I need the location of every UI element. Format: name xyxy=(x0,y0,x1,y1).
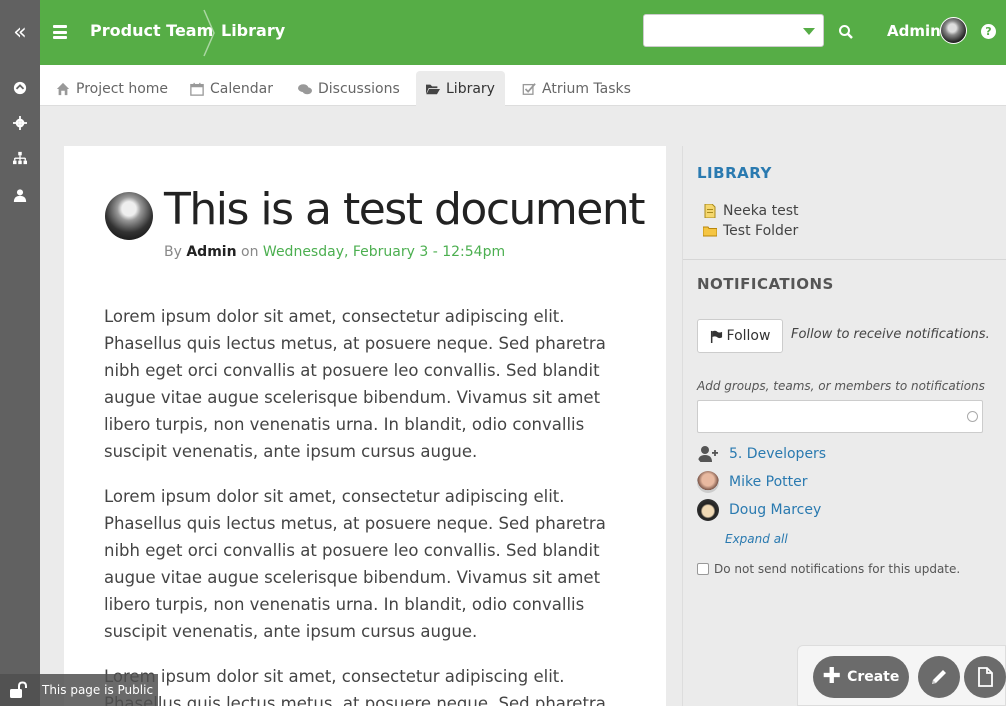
body-paragraph: Lorem ipsum dolor sit amet, consectetur … xyxy=(104,487,606,641)
loading-icon xyxy=(967,411,978,422)
chevron-down-icon[interactable] xyxy=(803,28,815,35)
library-item-folder[interactable]: Test Folder xyxy=(703,223,798,239)
member-label: Mike Potter xyxy=(729,474,808,490)
post-date: Wednesday, February 3 - 12:54pm xyxy=(262,244,506,260)
avatar xyxy=(697,471,719,493)
create-label: Create xyxy=(847,669,900,685)
byline-prefix: By xyxy=(164,244,182,260)
expand-all-link[interactable]: Expand all xyxy=(725,532,788,546)
body-paragraph: Lorem ipsum dolor sit amet, consectetur … xyxy=(104,307,606,461)
author-link[interactable]: Admin xyxy=(186,244,236,260)
tab-label: Atrium Tasks xyxy=(542,80,631,97)
document-icon xyxy=(704,204,716,218)
byline-on: on xyxy=(241,244,259,260)
public-status-label: This page is Public xyxy=(42,683,154,697)
activity-icon[interactable] xyxy=(0,78,40,98)
file-icon xyxy=(978,667,993,687)
tab-label: Project home xyxy=(76,80,169,97)
member-doug-marcey[interactable]: Doug Marcey xyxy=(697,499,821,521)
flag-icon xyxy=(710,330,722,343)
tab-calendar[interactable]: Calendar xyxy=(180,71,283,106)
top-bar: Product Team Library Admin ? xyxy=(40,0,1006,65)
create-button[interactable]: ✚ Create xyxy=(813,656,909,698)
user-name[interactable]: Admin xyxy=(887,22,941,40)
tab-label: Library xyxy=(446,81,495,97)
notifications-heading: NOTIFICATIONS xyxy=(697,275,834,293)
menu-icon[interactable] xyxy=(53,23,67,41)
public-status-badge[interactable]: This page is Public xyxy=(0,674,158,706)
collapse-rail-icon[interactable]: « xyxy=(0,0,40,65)
tab-discussions[interactable]: Discussions xyxy=(288,71,410,106)
no-send-label: Do not send notifications for this updat… xyxy=(714,562,961,576)
author-avatar[interactable] xyxy=(105,192,153,240)
member-developers[interactable]: 5. Developers xyxy=(697,443,826,465)
search-icon[interactable] xyxy=(838,24,854,40)
plus-icon: ✚ xyxy=(822,664,842,689)
library-item-document[interactable]: Neeka test xyxy=(703,203,798,219)
breadcrumb-space[interactable]: Product Team xyxy=(90,21,213,40)
checkbox[interactable] xyxy=(697,563,709,575)
follow-hint: Follow to receive notifications. xyxy=(791,327,990,342)
comments-icon xyxy=(298,83,312,94)
no-send-checkbox[interactable]: Do not send notifications for this updat… xyxy=(697,562,960,576)
right-sidebar: LIBRARY Neeka test Test Folder NOTIFICAT… xyxy=(682,146,1006,706)
folder-open-icon xyxy=(426,84,440,95)
breadcrumb-chevron-icon xyxy=(203,9,215,57)
folder-icon xyxy=(703,226,717,237)
document-card: This is a test document By Admin on Wedn… xyxy=(64,146,666,706)
add-members-label: Add groups, teams, or members to notific… xyxy=(697,379,985,393)
tab-project-home[interactable]: Project home xyxy=(46,71,178,106)
calendar-icon xyxy=(190,82,204,96)
tab-library[interactable]: Library xyxy=(416,71,505,107)
help-icon[interactable]: ? xyxy=(981,24,996,39)
space-search-select[interactable] xyxy=(643,14,824,47)
pencil-icon xyxy=(932,670,946,684)
sitemap-icon[interactable] xyxy=(0,148,40,168)
new-page-button[interactable] xyxy=(964,656,1006,698)
add-members-input[interactable] xyxy=(697,400,983,433)
tab-label: Discussions xyxy=(318,80,400,97)
page-title: This is a test document xyxy=(164,184,645,235)
follow-button[interactable]: Follow xyxy=(697,319,783,353)
avatar xyxy=(697,499,719,521)
tab-atrium-tasks[interactable]: Atrium Tasks xyxy=(512,71,641,106)
library-item-label: Test Folder xyxy=(723,223,799,239)
tab-label: Calendar xyxy=(210,80,273,97)
body-paragraph: Lorem ipsum dolor sit amet, consectetur … xyxy=(104,667,606,706)
home-icon xyxy=(56,82,70,95)
member-mike-potter[interactable]: Mike Potter xyxy=(697,471,808,493)
unlock-icon xyxy=(10,681,27,698)
user-icon[interactable] xyxy=(0,185,40,205)
space-tabs: Project home Calendar Discussions Librar… xyxy=(40,65,1006,107)
library-item-label: Neeka test xyxy=(723,203,799,219)
action-dock: ✚ Create xyxy=(797,645,1006,706)
gear-icon[interactable] xyxy=(0,113,40,133)
left-rail: « xyxy=(0,0,40,706)
library-heading[interactable]: LIBRARY xyxy=(697,164,772,182)
byline: By Admin on Wednesday, February 3 - 12:5… xyxy=(164,244,505,260)
divider xyxy=(683,259,1006,260)
checkbox-icon xyxy=(522,82,536,95)
member-label: 5. Developers xyxy=(729,446,827,462)
edit-button[interactable] xyxy=(918,656,960,698)
add-user-icon xyxy=(698,446,718,462)
user-avatar[interactable] xyxy=(940,17,967,44)
member-label: Doug Marcey xyxy=(729,502,822,518)
breadcrumb-section[interactable]: Library xyxy=(221,21,285,40)
follow-label: Follow xyxy=(726,328,771,344)
